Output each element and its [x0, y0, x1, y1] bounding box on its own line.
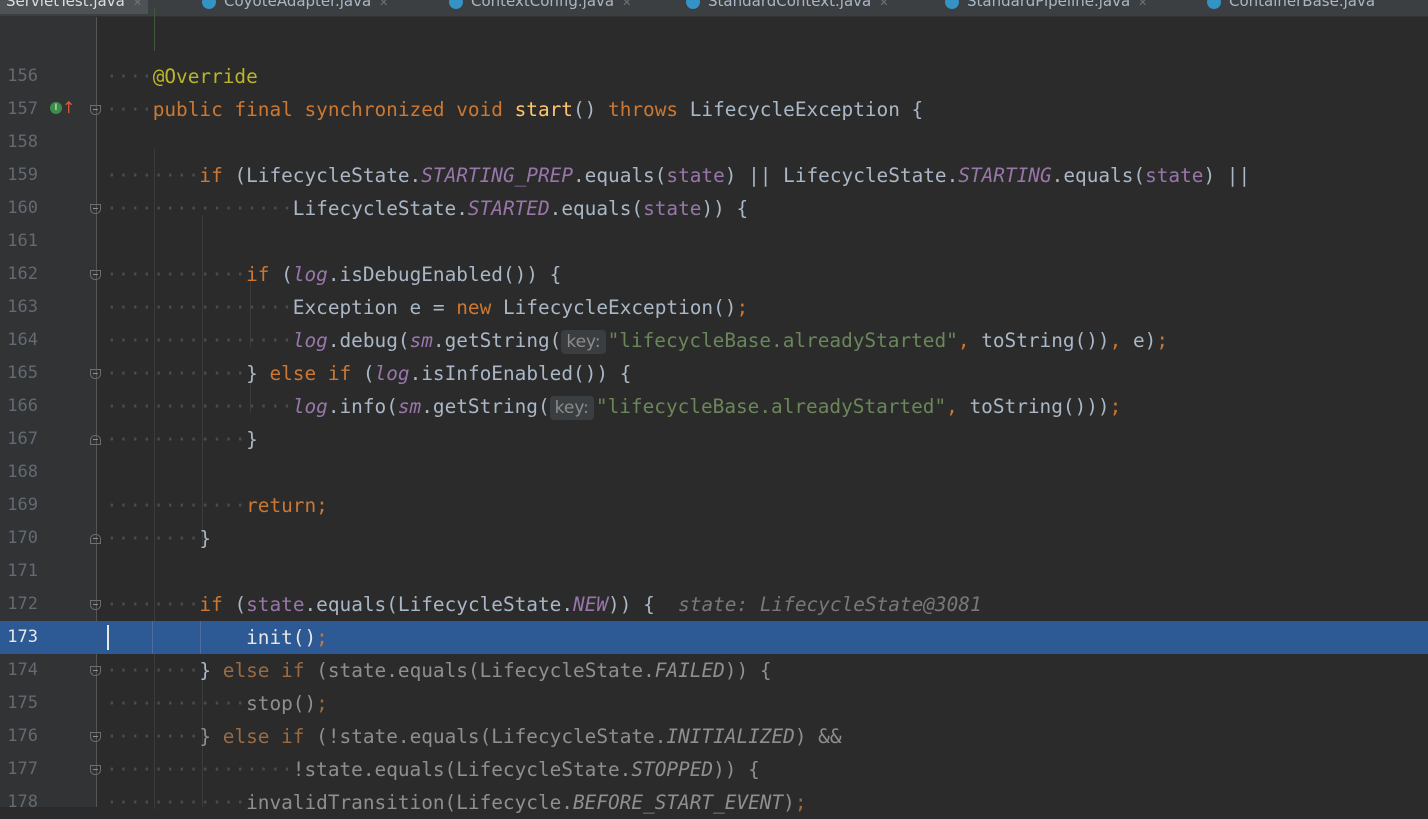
line-number: 170	[7, 528, 38, 548]
line-code: ············return;	[106, 494, 328, 517]
close-tab-icon[interactable]: ✕	[1138, 0, 1147, 9]
line-number: 161	[7, 231, 38, 251]
line-code: ················Exception e = new Lifecy…	[106, 296, 749, 319]
parameter-hint: key:	[549, 396, 594, 420]
line-number: 164	[7, 330, 38, 350]
java-class-icon	[945, 0, 959, 9]
line-number: 172	[7, 594, 38, 614]
editor-tab-bar: ServletTest.java ✕ CoyoteAdapter.java ✕ Co…	[0, 0, 1428, 17]
close-tab-icon[interactable]: ✕	[622, 0, 631, 9]
tab-coyoteadapter[interactable]: CoyoteAdapter.java ✕	[202, 0, 388, 14]
close-tab-icon[interactable]: ✕	[133, 0, 142, 9]
code-line[interactable]: 169 ············return;	[0, 489, 1428, 522]
java-class-icon	[1207, 0, 1221, 9]
fold-toggle-icon[interactable]	[90, 369, 101, 379]
code-line[interactable]: 168	[0, 456, 1428, 489]
code-line[interactable]: 156 ····@Override	[0, 60, 1428, 93]
line-code: ················!state.equals(LifecycleS…	[106, 758, 760, 781]
line-code: ········} else if (state.equals(Lifecycl…	[106, 659, 772, 682]
line-number: 174	[7, 660, 38, 680]
fold-toggle-icon[interactable]	[90, 270, 101, 280]
fold-toggle-icon[interactable]	[90, 732, 101, 742]
code-line[interactable]: 172 ········if (state.equals(LifecycleSt…	[0, 588, 1428, 621]
tab-containerbase[interactable]: ContainerBase.java	[1207, 0, 1375, 14]
line-code: ········if (LifecycleState.STARTING_PREP…	[106, 164, 1251, 187]
line-code: ············} else if (log.isInfoEnabled…	[106, 362, 632, 385]
line-code: ········} else if (!state.equals(Lifecyc…	[106, 725, 842, 748]
tab-servlettest[interactable]: ServletTest.java ✕	[0, 0, 149, 14]
line-number: 159	[7, 165, 38, 185]
line-number: 173	[7, 627, 38, 647]
line-code: ············if (log.isDebugEnabled()) {	[106, 263, 562, 286]
fold-toggle-icon[interactable]	[90, 666, 101, 676]
line-number: 176	[7, 726, 38, 746]
java-class-icon	[202, 0, 216, 9]
tab-contextconfig[interactable]: ContextConfig.java ✕	[449, 0, 631, 14]
line-number: 165	[7, 363, 38, 383]
fold-toggle-icon[interactable]	[90, 105, 101, 115]
close-tab-icon[interactable]: ✕	[879, 0, 888, 9]
line-number: 169	[7, 495, 38, 515]
fold-toggle-icon[interactable]	[90, 600, 101, 610]
code-line[interactable]: 178 ············invalidTransition(Lifecy…	[0, 786, 1428, 819]
line-number: 162	[7, 264, 38, 284]
code-line[interactable]: 167 ············}	[0, 423, 1428, 456]
tab-standardcontext[interactable]: StandardContext.java ✕	[686, 0, 888, 14]
fold-toggle-icon[interactable]	[90, 765, 101, 775]
line-number: 156	[7, 66, 38, 86]
code-line[interactable]: 161	[0, 225, 1428, 258]
code-line[interactable]: 174 ········} else if (state.equals(Life…	[0, 654, 1428, 687]
parameter-hint: key:	[561, 330, 606, 354]
tab-standardpipeline[interactable]: StandardPipeline.java ✕	[945, 0, 1147, 14]
line-code: ····public final synchronized void start…	[106, 98, 924, 121]
code-editor[interactable]: 156 ····@Override 157 I ↑ ····public fin…	[0, 7, 1428, 814]
line-code: ············stop();	[106, 692, 328, 715]
go-to-super-arrow-icon[interactable]: ↑	[62, 98, 75, 118]
code-line[interactable]: 171	[0, 555, 1428, 588]
code-line[interactable]: 157 I ↑ ····public final synchronized vo…	[0, 93, 1428, 126]
line-number: 171	[7, 561, 38, 581]
indent-guide	[154, 7, 155, 51]
code-line[interactable]: 175 ············stop();	[0, 687, 1428, 720]
inline-debug-value: state: LifecycleState@3081	[678, 593, 982, 616]
code-line[interactable]: 165 ············} else if (log.isInfoEna…	[0, 357, 1428, 390]
line-number: 168	[7, 462, 38, 482]
code-line[interactable]: 162 ············if (log.isDebugEnabled()…	[0, 258, 1428, 291]
code-line[interactable]: 159 ········if (LifecycleState.STARTING_…	[0, 159, 1428, 192]
code-line[interactable]: 163 ················Exception e = new Li…	[0, 291, 1428, 324]
code-line[interactable]: 160 ················LifecycleState.START…	[0, 192, 1428, 225]
line-number: 158	[7, 132, 38, 152]
java-class-icon	[449, 0, 463, 9]
code-line[interactable]: 164 ················log.debug(sm.getStri…	[0, 324, 1428, 357]
code-line[interactable]: 158	[0, 126, 1428, 159]
line-code: ········}	[106, 527, 212, 550]
line-number: 160	[7, 198, 38, 218]
current-execution-line[interactable]: 173 ············init();	[0, 621, 1428, 654]
line-number: 175	[7, 693, 38, 713]
code-line[interactable]: 176 ········} else if (!state.equals(Lif…	[0, 720, 1428, 753]
line-number: 163	[7, 297, 38, 317]
line-number: 157	[7, 99, 38, 119]
code-line[interactable]: 177 ················!state.equals(Lifecy…	[0, 753, 1428, 786]
code-line[interactable]: 170 ········}	[0, 522, 1428, 555]
line-code: ············invalidTransition(Lifecycle.…	[106, 791, 807, 814]
line-number: 167	[7, 429, 38, 449]
line-code: ············}	[106, 428, 258, 451]
fold-toggle-icon[interactable]	[90, 204, 101, 214]
line-code: ················LifecycleState.STARTED.e…	[106, 197, 749, 220]
line-code: ················log.debug(sm.getString(k…	[106, 329, 1169, 354]
close-tab-icon[interactable]: ✕	[379, 0, 388, 9]
line-number: 177	[7, 759, 38, 779]
java-class-icon	[686, 0, 700, 9]
line-code: ················log.info(sm.getString(ke…	[106, 395, 1122, 420]
code-line[interactable]: 166 ················log.info(sm.getStrin…	[0, 390, 1428, 423]
fold-end-icon[interactable]	[90, 534, 101, 544]
line-code: ········if (state.equals(LifecycleState.…	[106, 593, 982, 616]
line-code: ············init();	[246, 626, 328, 649]
fold-end-icon[interactable]	[90, 435, 101, 445]
line-number: 166	[7, 396, 38, 416]
line-code: ····@Override	[106, 65, 258, 88]
implements-method-icon[interactable]: I	[50, 102, 62, 114]
line-number: 178	[7, 792, 38, 812]
